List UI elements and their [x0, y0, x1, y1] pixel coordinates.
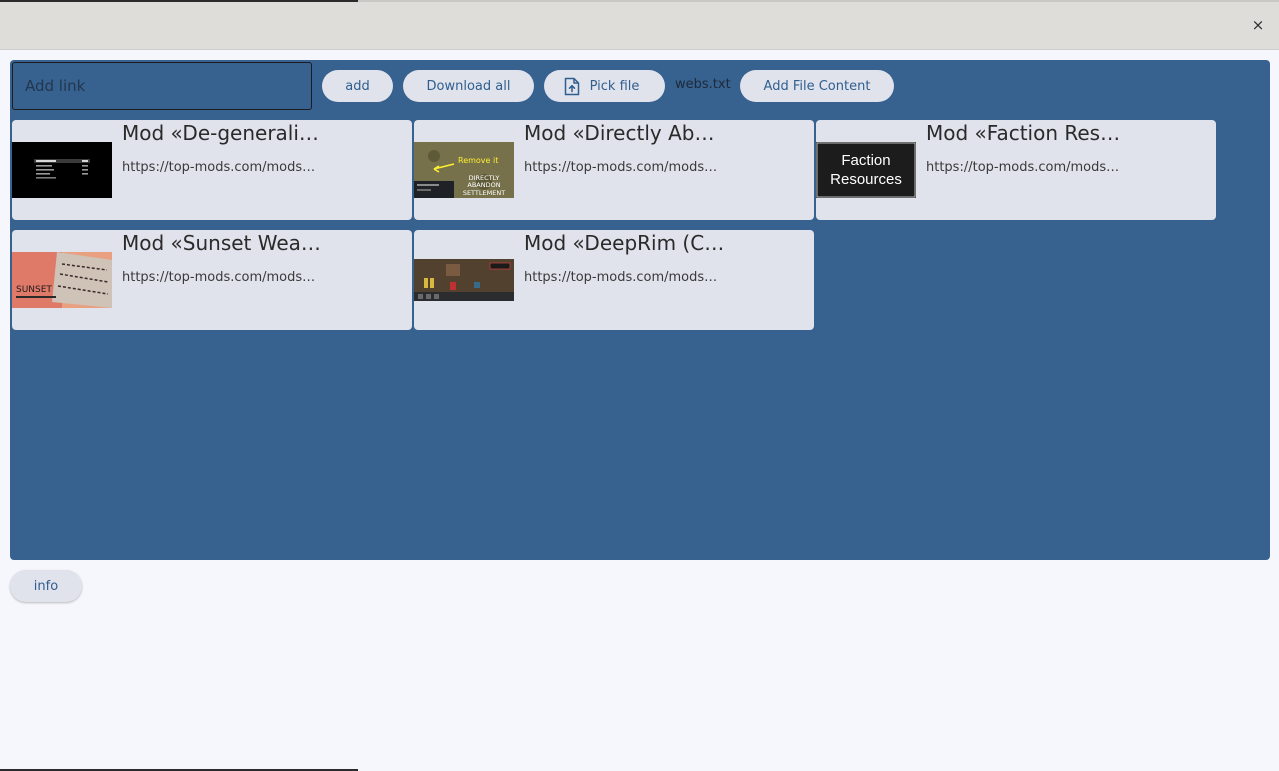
thumb-text-resources: Resources [830, 171, 902, 188]
mod-url[interactable]: https://top-mods.com/mods… [524, 160, 717, 175]
mod-title: Mod «Directly Ab… [524, 121, 715, 145]
mod-url[interactable]: https://top-mods.com/mods… [926, 160, 1119, 175]
mod-title: Mod «Sunset Wea… [122, 231, 321, 255]
mod-url[interactable]: https://top-mods.com/mods… [122, 160, 315, 175]
directly-abandon-thumbnail: Remove it DIRECTLY ABANDON SETTLEMENT [414, 142, 514, 198]
thumb-text-remove-it: Remove it [458, 156, 498, 165]
add-button[interactable]: add [322, 70, 393, 102]
close-icon: × [1251, 16, 1265, 34]
selected-filename: webs.txt [675, 77, 731, 92]
mod-url[interactable]: https://top-mods.com/mods… [122, 270, 315, 285]
pick-file-button-label: Pick file [589, 78, 640, 94]
info-button[interactable]: info [10, 570, 82, 602]
titlebar-top-border [358, 0, 1279, 2]
mod-url[interactable]: https://top-mods.com/mods… [524, 270, 717, 285]
download-all-button[interactable]: Download all [403, 70, 534, 102]
faction-resources-thumbnail: Faction Resources [816, 142, 916, 198]
thumb-text-sunset: SUNSET [16, 285, 52, 295]
mod-title: Mod «DeepRim (C… [524, 231, 725, 255]
add-file-content-button[interactable]: Add File Content [740, 70, 894, 102]
mod-card[interactable]: Faction Resources Mod «Faction Res… http… [816, 120, 1216, 220]
file-upload-icon [564, 77, 580, 96]
add-button-label: add [345, 78, 370, 94]
add-link-input[interactable] [12, 62, 312, 110]
thumb-text-abandon: ABANDON [467, 181, 500, 189]
deeprim-thumbnail [414, 252, 514, 308]
download-all-button-label: Download all [426, 78, 511, 94]
add-file-content-button-label: Add File Content [763, 78, 871, 94]
titlebar-accent-line [0, 0, 358, 2]
mod-card[interactable]: Mod «De-generali… https://top-mods.com/m… [12, 120, 412, 220]
sunset-weapons-thumbnail: SUNSET [12, 252, 112, 308]
close-window-button[interactable]: × [1247, 14, 1269, 36]
mod-title: Mod «Faction Res… [926, 121, 1121, 145]
mods-panel: add Download all Pick file webs.txt Add … [10, 60, 1270, 560]
mod-card[interactable]: Mod «DeepRim (C… https://top-mods.com/mo… [414, 230, 814, 330]
thumb-text-faction: Faction [841, 152, 890, 169]
window-titlebar: × [0, 0, 1279, 50]
de-generalize-thumbnail [12, 142, 112, 198]
mod-title: Mod «De-generali… [122, 121, 319, 145]
info-button-label: info [33, 578, 59, 594]
mod-card[interactable]: Remove it DIRECTLY ABANDON SETTLEMENT Mo… [414, 120, 814, 220]
pick-file-button[interactable]: Pick file [544, 70, 665, 102]
mod-card[interactable]: SUNSET Mod «Sunset Wea… https://top-mods… [12, 230, 412, 330]
thumb-text-settlement: SETTLEMENT [463, 189, 505, 197]
toolbar: add Download all Pick file webs.txt Add … [10, 60, 1270, 116]
